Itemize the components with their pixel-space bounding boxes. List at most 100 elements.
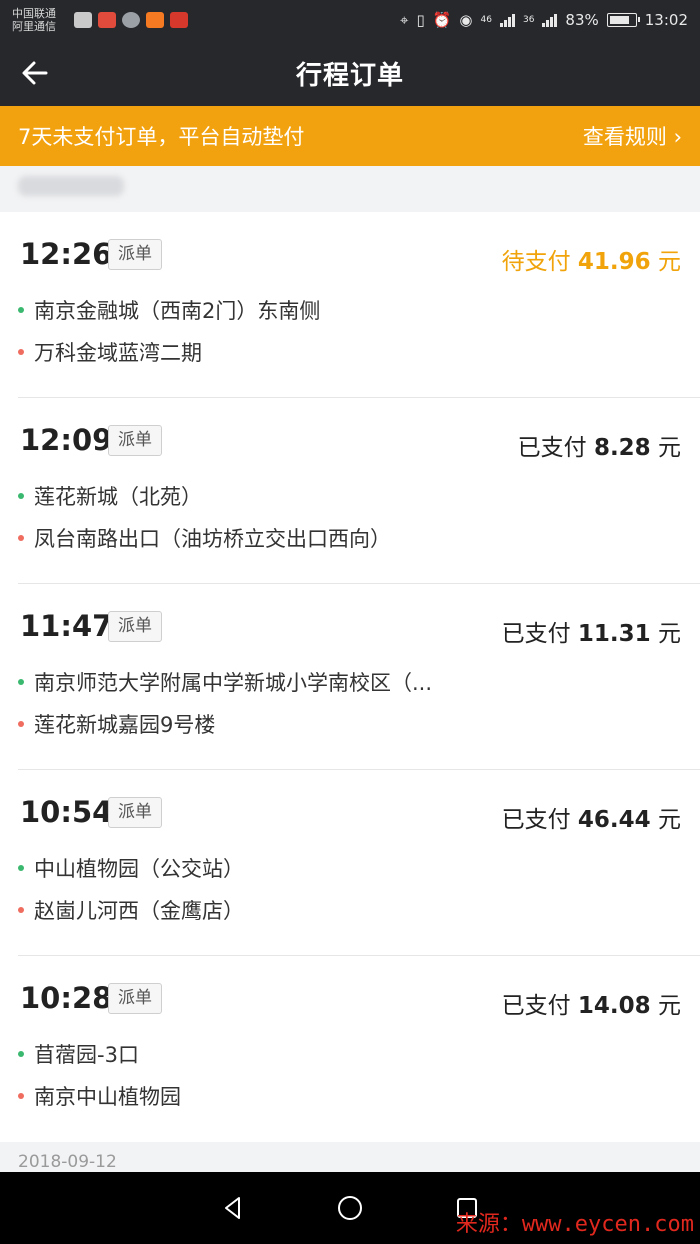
nav-home-icon[interactable] [336,1194,364,1222]
dropoff-location: 莲花新城嘉园9号楼 [18,709,215,739]
eye-comfort-icon: ◉ [459,11,473,29]
dropoff-text: 莲花新城嘉园9号楼 [34,713,216,737]
order-status: 已支付 11.31 元 [502,614,681,648]
pickup-location: 莲花新城（北苑） [18,481,202,511]
order-time: 12:26 [20,237,113,271]
battery-percent: 83% [565,11,599,29]
currency-unit: 元 [658,249,681,275]
currency-unit: 元 [658,807,681,833]
pickup-location: 中山植物园（公交站） [18,853,244,883]
order-type-badge: 派单 [108,239,162,270]
battery-icon [606,13,640,27]
order-card[interactable]: 11:47 派单 已支付 11.31 元 南京师范大学附属中学新城小学南校区（.… [18,584,700,770]
order-status: 待支付 41.96 元 [502,242,681,276]
dropoff-dot-icon [18,907,24,913]
status-label: 已支付 [501,807,571,833]
order-status: 已支付 14.08 元 [502,986,681,1020]
order-type-badge: 派单 [108,983,162,1014]
order-type-badge: 派单 [108,611,162,642]
status-label: 已支付 [501,993,571,1019]
dropoff-dot-icon [18,535,24,541]
alarm-icon: ⏰ [432,11,452,29]
dropoff-location: 万科金域蓝湾二期 [18,337,202,367]
blurred-date [18,176,124,196]
status-label: 已支付 [517,435,587,461]
order-time: 11:47 [20,609,113,643]
back-arrow-icon [22,61,48,85]
next-section-date: 2018-09-12 [18,1152,117,1172]
pickup-text: 南京金融城（西南2门）东南侧 [34,299,321,323]
dropoff-text: 南京中山植物园 [34,1085,181,1109]
order-amount: 41.96 [577,249,651,275]
back-button[interactable] [16,54,54,92]
notification-icons [74,12,188,28]
order-time: 10:28 [20,981,113,1015]
nav-back-icon[interactable] [220,1195,246,1221]
dropoff-dot-icon [18,349,24,355]
order-card[interactable]: 12:09 派单 已支付 8.28 元 莲花新城（北苑） 凤台南路出口（油坊桥立… [18,398,700,584]
view-rules-link[interactable]: 查看规则 › [583,121,682,151]
vibrate-icon: ▯ [416,11,425,29]
pickup-text: 莲花新城（北苑） [34,485,202,509]
unpaid-notice-banner: 7天未支付订单，平台自动垫付 查看规则 › [0,106,700,166]
network-label-1: 46 [480,15,492,25]
pickup-dot-icon [18,865,24,871]
clock: 13:02 [644,11,688,29]
pickup-text: 南京师范大学附属中学新城小学南校区（... [34,671,433,695]
dropoff-dot-icon [18,1093,24,1099]
banner-text: 7天未支付订单，平台自动垫付 [18,125,305,149]
order-amount: 46.44 [577,807,651,833]
dropoff-text: 万科金域蓝湾二期 [34,341,202,365]
order-amount: 11.31 [577,621,651,647]
pickup-location: 南京师范大学附属中学新城小学南校区（... [18,667,432,697]
taobao-icon [146,12,164,28]
order-list: 12:26 派单 待支付 41.96 元 南京金融城（西南2门）东南侧 万科金域… [0,212,700,1142]
pickup-location: 南京金融城（西南2门）东南侧 [18,295,320,325]
order-amount: 14.08 [577,993,651,1019]
dropoff-dot-icon [18,721,24,727]
order-time: 12:09 [20,423,113,457]
signal-icon-2 [542,13,558,27]
dropoff-text: 赵崮儿河西（金鹰店） [34,899,244,923]
order-amount: 8.28 [593,435,651,461]
currency-unit: 元 [658,435,681,461]
pickup-text: 苜蓿园-3口 [34,1043,139,1067]
dropoff-location: 赵崮儿河西（金鹰店） [18,895,244,925]
carrier-line-2: 阿里通信 [12,20,56,33]
page-title: 行程订单 [295,60,404,91]
app-notification-icon [74,12,92,28]
pickup-dot-icon [18,307,24,313]
pickup-location: 苜蓿园-3口 [18,1039,139,1069]
status-label: 已支付 [501,621,571,647]
news-notification-icon [98,12,116,28]
order-type-badge: 派单 [108,425,162,456]
watermark: 来源：www.eycen.com [455,1212,694,1237]
order-time: 10:54 [20,795,113,829]
order-card[interactable]: 12:26 派单 待支付 41.96 元 南京金融城（西南2门）东南侧 万科金域… [18,212,700,398]
status-bar: 中国联通 阿里通信 ⌖ ▯ ⏰ ◉ 46 36 83% 13:02 [0,0,700,40]
network-label-2: 36 [522,15,535,25]
order-card[interactable]: 10:54 派单 已支付 46.44 元 中山植物园（公交站） 赵崮儿河西（金鹰… [18,770,700,956]
carrier-line-1: 中国联通 [12,7,56,20]
order-status: 已支付 8.28 元 [518,428,681,462]
location-icon: ⌖ [400,11,409,29]
section-date-header [0,166,700,212]
battery-fill [609,16,629,24]
carrier-info: 中国联通 阿里通信 [12,7,70,33]
signal-icon [499,13,515,27]
weibo-icon [170,12,188,28]
pickup-dot-icon [18,493,24,499]
pickup-dot-icon [18,1051,24,1057]
pickup-text: 中山植物园（公交站） [34,857,244,881]
wechat-icon [122,12,140,28]
app-header: 行程订单 [0,40,700,106]
order-card[interactable]: 10:28 派单 已支付 14.08 元 苜蓿园-3口 南京中山植物园 [18,956,700,1142]
currency-unit: 元 [658,621,681,647]
order-type-badge: 派单 [108,797,162,828]
pickup-dot-icon [18,679,24,685]
dropoff-location: 南京中山植物园 [18,1081,181,1111]
dropoff-text: 凤台南路出口（油坊桥立交出口西向） [34,527,391,551]
status-label: 待支付 [501,249,571,275]
currency-unit: 元 [658,993,681,1019]
order-status: 已支付 46.44 元 [502,800,681,834]
